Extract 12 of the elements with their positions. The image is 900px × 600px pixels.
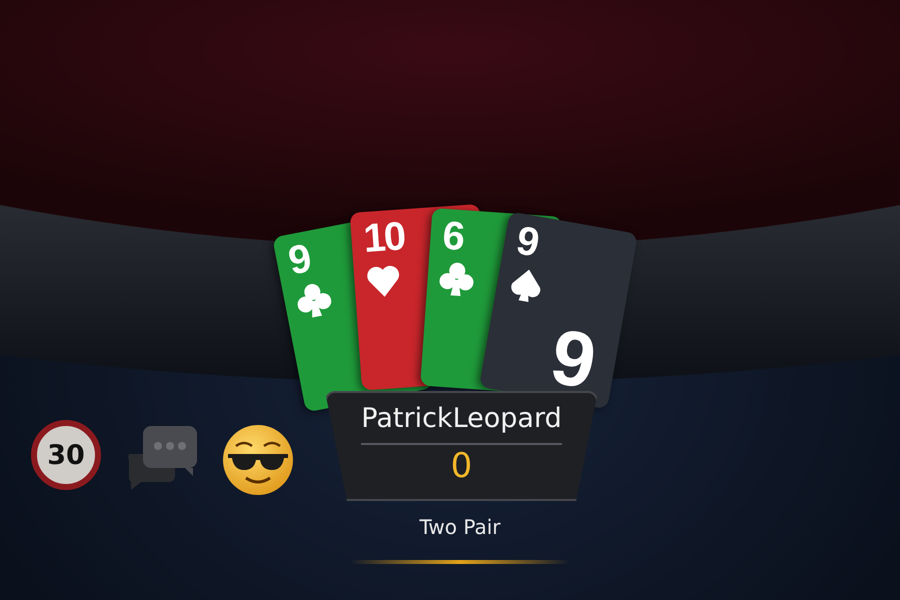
card-rank: 6 [441,214,464,258]
player-name: PatrickLeopard [361,401,562,445]
card-center-rank: 9 [545,316,602,402]
hand-rank-label: Two Pair [418,515,502,539]
card-suit-icon [438,260,475,299]
chip-count: 0 [450,445,472,487]
timer-count: 30 [47,440,85,470]
sunglasses-emoji-icon[interactable] [222,424,294,496]
card-rank: 9 [285,237,314,282]
card-rank: 10 [362,215,406,260]
chat-icon[interactable] [125,424,199,492]
card-rank: 9 [513,219,541,264]
